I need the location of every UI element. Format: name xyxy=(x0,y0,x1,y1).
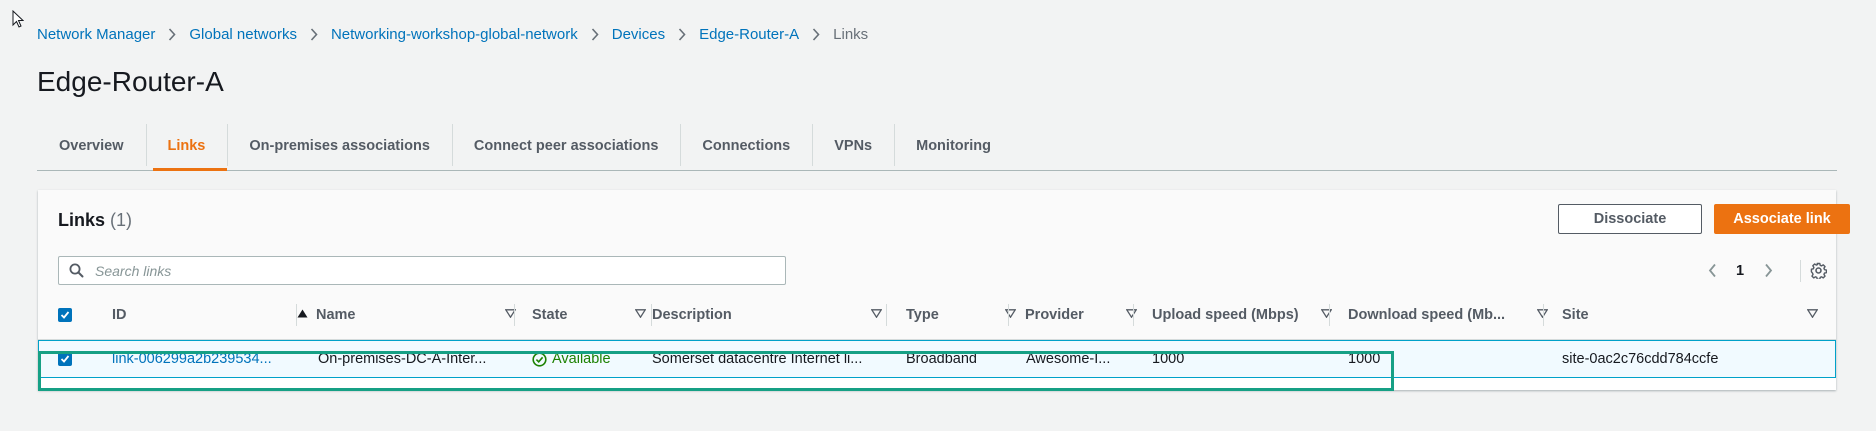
breadcrumb-current: Links xyxy=(833,26,869,43)
links-title: Links (1) xyxy=(58,210,132,231)
search-input[interactable] xyxy=(93,259,777,283)
status-badge: Available xyxy=(532,351,611,367)
links-title-text: Links xyxy=(58,210,106,230)
column-header-state-label: State xyxy=(532,306,568,323)
cell-download-text: 1000 xyxy=(1348,351,1381,367)
table-row[interactable]: link-006299a2b239534... On-premises-DC-A… xyxy=(38,340,1836,378)
tab-monitoring[interactable]: Monitoring xyxy=(894,122,1013,170)
chevron-right-icon xyxy=(678,28,686,41)
row-select-cell xyxy=(58,341,88,377)
column-separator[interactable] xyxy=(1008,304,1009,326)
cell-name: On-premises-DC-A-Inter... xyxy=(318,341,510,377)
chevron-right-icon xyxy=(310,28,318,41)
page-title: Edge-Router-A xyxy=(37,66,224,97)
gear-icon[interactable] xyxy=(1800,256,1836,285)
column-header-upload-speed[interactable]: Upload speed (Mbps) xyxy=(1152,290,1350,339)
tab-connect-peer-associations[interactable]: Connect peer associations xyxy=(451,122,681,170)
chevron-right-icon[interactable] xyxy=(1754,263,1782,278)
column-separator[interactable] xyxy=(1543,304,1544,326)
breadcrumb-devices[interactable]: Devices xyxy=(612,26,665,43)
page-number[interactable]: 1 xyxy=(1726,263,1754,279)
sort-caret-down-icon[interactable] xyxy=(1321,309,1332,318)
sort-caret-down-icon[interactable] xyxy=(635,309,646,318)
pagination: 1 xyxy=(1698,256,1782,285)
cell-type: Broadband xyxy=(906,341,1006,377)
sort-caret-down-icon[interactable] xyxy=(1126,309,1137,318)
checkbox-checked-icon[interactable] xyxy=(58,352,72,366)
column-header-type-label: Type xyxy=(906,306,939,323)
cell-site: site-0ac2c76cdd784ccfe xyxy=(1562,341,1822,377)
status-text: Available xyxy=(552,351,611,367)
column-header-type[interactable]: Type xyxy=(906,290,1032,339)
table-header: ID Name State Description Type Provider … xyxy=(38,290,1836,340)
cell-description: Somerset datacentre Internet li... xyxy=(652,341,872,377)
tab-links[interactable]: Links xyxy=(145,122,228,171)
column-header-name[interactable]: Name xyxy=(316,290,532,339)
cell-type-text: Broadband xyxy=(906,351,977,367)
breadcrumb-device[interactable]: Edge-Router-A xyxy=(699,26,799,43)
column-separator[interactable] xyxy=(514,304,515,326)
chevron-right-icon xyxy=(168,28,176,41)
column-header-upload-label: Upload speed (Mbps) xyxy=(1152,306,1299,323)
cell-description-text: Somerset datacentre Internet li... xyxy=(652,351,863,367)
column-separator[interactable] xyxy=(296,304,297,326)
column-separator[interactable] xyxy=(1133,304,1134,326)
check-circle-icon xyxy=(532,351,547,367)
search-box xyxy=(58,256,786,285)
select-all-cell xyxy=(58,290,88,339)
tab-vpns[interactable]: VPNs xyxy=(812,122,894,170)
column-header-id-label: ID xyxy=(112,306,127,323)
tab-bar: Overview Links On-premises associations … xyxy=(37,122,1837,171)
sort-caret-down-icon[interactable] xyxy=(871,309,882,318)
sort-caret-down-icon[interactable] xyxy=(1005,309,1016,318)
chevron-right-icon xyxy=(812,28,820,41)
column-header-name-label: Name xyxy=(316,306,356,323)
dissociate-button[interactable]: Dissociate xyxy=(1558,204,1702,234)
column-header-state[interactable]: State xyxy=(532,290,662,339)
column-header-download-label: Download speed (Mb... xyxy=(1348,306,1506,323)
cursor-pointer-icon xyxy=(12,10,24,28)
cell-download: 1000 xyxy=(1348,341,1528,377)
column-header-description-label: Description xyxy=(652,306,732,323)
cell-state: Available xyxy=(532,341,650,377)
column-separator[interactable] xyxy=(886,304,887,326)
checkbox-checked-icon[interactable] xyxy=(58,307,72,322)
link-id-link[interactable]: link-006299a2b239534... xyxy=(112,351,272,367)
breadcrumb-global-networks[interactable]: Global networks xyxy=(189,26,297,43)
column-separator[interactable] xyxy=(1329,304,1330,326)
column-header-provider-label: Provider xyxy=(1025,306,1084,323)
search-icon xyxy=(69,263,84,283)
links-header: Links (1) Dissociate Associate link 1 xyxy=(38,190,1850,290)
links-table: ID Name State Description Type Provider … xyxy=(38,290,1836,378)
sort-caret-down-icon[interactable] xyxy=(1807,309,1818,318)
column-header-download-speed[interactable]: Download speed (Mb... xyxy=(1348,290,1564,339)
column-header-id[interactable]: ID xyxy=(112,290,324,339)
cell-upload: 1000 xyxy=(1152,341,1322,377)
tab-overview[interactable]: Overview xyxy=(37,122,146,170)
chevron-left-icon[interactable] xyxy=(1698,263,1726,278)
tab-connections[interactable]: Connections xyxy=(680,122,812,170)
cell-name-text: On-premises-DC-A-Inter... xyxy=(318,351,487,367)
cell-provider: Awesome-I... xyxy=(1026,341,1126,377)
tab-on-premises-associations[interactable]: On-premises associations xyxy=(227,122,452,170)
column-header-site[interactable]: Site xyxy=(1562,290,1836,339)
links-container: Links (1) Dissociate Associate link 1 xyxy=(38,190,1850,390)
cell-id: link-006299a2b239534... xyxy=(112,341,287,377)
column-header-site-label: Site xyxy=(1562,306,1589,323)
links-count: (1) xyxy=(110,210,133,230)
cell-provider-text: Awesome-I... xyxy=(1026,351,1111,367)
breadcrumb-network-manager[interactable]: Network Manager xyxy=(37,26,155,43)
breadcrumb-global-network-name[interactable]: Networking-workshop-global-network xyxy=(331,26,578,43)
associate-link-button[interactable]: Associate link xyxy=(1714,204,1850,234)
chevron-right-icon xyxy=(591,28,599,41)
sort-ascending-icon[interactable] xyxy=(297,309,308,318)
cell-site-text: site-0ac2c76cdd784ccfe xyxy=(1562,351,1719,367)
cell-upload-text: 1000 xyxy=(1152,351,1185,367)
breadcrumb: Network Manager Global networks Networki… xyxy=(37,26,868,43)
column-header-description[interactable]: Description xyxy=(652,290,898,339)
